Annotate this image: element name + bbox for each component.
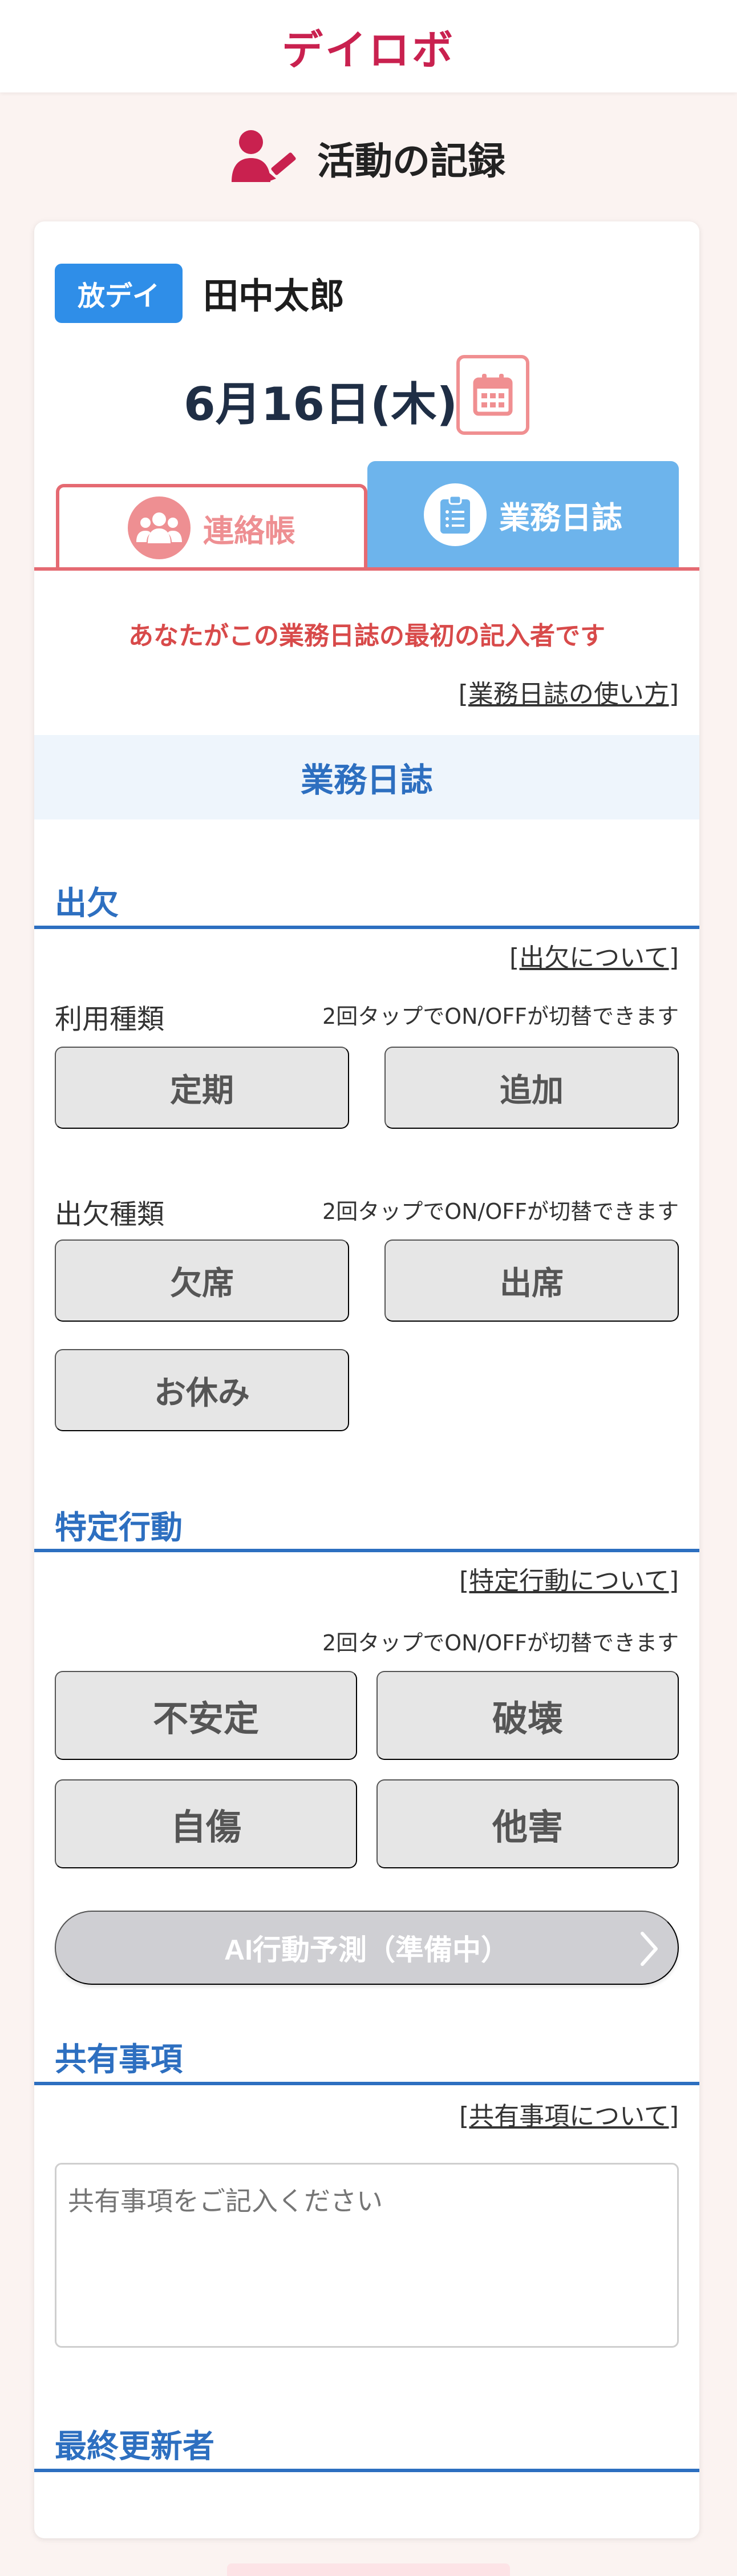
shared-help-link[interactable]: [共有事項について] <box>459 2095 679 2132</box>
calendar-icon <box>473 373 513 418</box>
app-header: デイロボ <box>0 0 737 92</box>
usage-additional-button[interactable]: 追加 <box>384 1047 679 1129</box>
tab-work-diary-label: 業務日誌 <box>499 499 622 536</box>
bottom-save-button-edge[interactable] <box>227 2563 510 2576</box>
diary-header: 業務日誌 <box>34 735 699 819</box>
user-pen-icon <box>232 130 300 187</box>
diary-howto-link[interactable]: [業務日誌の使い方] <box>459 673 679 710</box>
last-updater-section-title: 最終更新者 <box>55 2428 214 2465</box>
last-updater-divider <box>34 2469 699 2472</box>
tab-work-diary[interactable]: 業務日誌 <box>367 461 679 568</box>
attendance-section-title: 出欠 <box>55 885 119 922</box>
destruction-button[interactable]: 破壊 <box>376 1671 679 1760</box>
child-name: 田中太郎 <box>203 275 345 317</box>
absent-button[interactable]: 欠席 <box>55 1239 349 1322</box>
record-date: 6月16日(木) <box>184 378 458 431</box>
tab-divider <box>34 567 699 571</box>
attendance-type-label: 出欠種類 <box>55 1198 165 1230</box>
attendance-type-hint: 2回タップでON/OFFが切替できます <box>322 1199 679 1224</box>
ai-behavior-prediction-button[interactable]: AI行動予測（準備中） <box>55 1911 679 1985</box>
page-heading: 活動の記録 <box>0 127 737 189</box>
behavior-help-link[interactable]: [特定行動について] <box>459 1560 679 1597</box>
ai-button-label: AI行動予測（準備中） <box>224 1934 509 1966</box>
record-card: 放デイ 田中太郎 6月16日(木) 連絡帳 業務日誌 あなたがこの業務日誌の最初… <box>34 221 699 2538</box>
usage-regular-button[interactable]: 定期 <box>55 1047 349 1129</box>
harm-others-button[interactable]: 他害 <box>376 1779 679 1868</box>
behavior-divider <box>34 1549 699 1552</box>
first-writer-notice: あなたがこの業務日誌の最初の記入者です <box>128 621 605 651</box>
group-icon <box>128 496 191 559</box>
chevron-right-icon <box>638 1929 661 1976</box>
app-brand-title: デイロボ <box>281 26 455 74</box>
calendar-button[interactable] <box>456 355 529 435</box>
tab-contact-book[interactable]: 連絡帳 <box>56 484 367 568</box>
self-harm-button[interactable]: 自傷 <box>55 1779 357 1868</box>
usage-type-hint: 2回タップでON/OFFが切替できます <box>322 1004 679 1029</box>
usage-type-label: 利用種類 <box>55 1003 165 1035</box>
attendance-divider <box>34 926 699 929</box>
behavior-section-title: 特定行動 <box>55 1509 183 1547</box>
present-button[interactable]: 出席 <box>384 1239 679 1322</box>
shared-divider <box>34 2082 699 2085</box>
shared-section-title: 共有事項 <box>55 2041 183 2078</box>
unstable-button[interactable]: 不安定 <box>55 1671 357 1760</box>
clipboard-icon <box>424 483 487 546</box>
behavior-hint: 2回タップでON/OFFが切替できます <box>322 1630 679 1656</box>
shared-notes-input[interactable] <box>55 2163 679 2348</box>
tab-contact-book-label: 連絡帳 <box>203 512 295 549</box>
day-off-button[interactable]: お休み <box>55 1349 349 1431</box>
service-type-badge: 放デイ <box>55 264 183 323</box>
attendance-help-link[interactable]: [出欠について] <box>509 937 679 974</box>
date-row: 6月16日(木) <box>34 346 699 437</box>
page-title: 活動の記録 <box>317 139 505 183</box>
